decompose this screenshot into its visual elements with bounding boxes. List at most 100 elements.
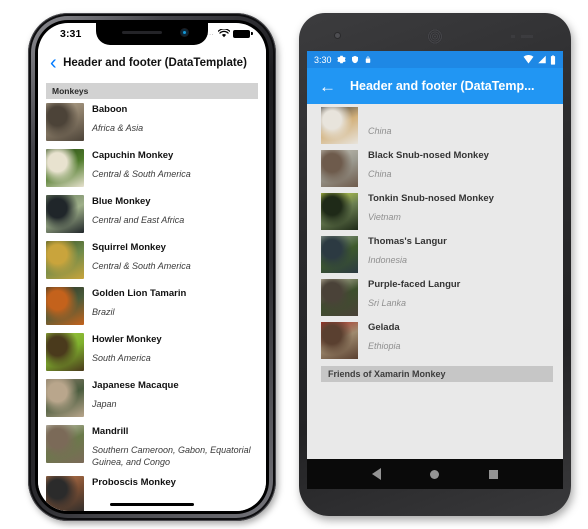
row-location: South America [92,353,151,363]
row-location: Central & South America [92,261,191,271]
earpiece-speaker-icon [122,31,162,34]
table-row[interactable]: Tonkin Snub-nosed Monkey Vietnam [307,190,563,233]
iphone-device: 3:31 .... ‹ Header and footer (DataTempl… [28,13,276,521]
row-location: Central & South America [92,169,191,179]
row-name [368,107,392,119]
row-location: Southern Cameroon, Gabon, Equatorial Gui… [92,445,251,467]
row-name: Squirrel Monkey [92,242,166,253]
android-status-time: 3:30 [314,54,332,65]
row-thumbnail [46,241,84,279]
row-thumbnail [321,150,358,187]
row-location: Central and East Africa [92,215,185,225]
row-thumbnail [46,425,84,463]
ios-nav-bar: ‹ Header and footer (DataTemplate) [38,47,266,80]
chevron-left-icon[interactable]: ‹ [50,53,57,73]
wifi-icon [218,29,230,38]
android-status-bar: 3:30 [307,51,563,68]
table-row[interactable]: Golden Lion Tamarin Brazil [38,283,266,329]
table-row[interactable]: Capuchin Monkey Central & South America [38,145,266,191]
ios-rows-container: Baboon Africa & Asia Capuchin Monkey Centra… [38,99,266,511]
nav-back-icon[interactable] [371,468,381,480]
shield-icon [351,55,358,64]
row-location: China [368,126,392,136]
nav-home-icon[interactable] [430,469,440,479]
row-name: Japanese Macaque [92,380,179,391]
list-section-header: Monkeys [46,83,258,99]
row-text: Thomas's Langur Indonesia [368,236,447,266]
battery-icon [550,54,556,65]
row-location: Vietnam [368,212,401,222]
table-row[interactable]: Squirrel Monkey Central & South America [38,237,266,283]
row-location: Africa & Asia [92,123,144,133]
table-row[interactable]: Thomas's Langur Indonesia [307,233,563,276]
battery-icon [233,29,253,38]
android-top-bezel [307,23,563,51]
row-text: Capuchin Monkey Central & South America [92,149,191,180]
iphone-frame-ring: 3:31 .... ‹ Header and footer (DataTempl… [31,16,273,518]
table-row[interactable]: Japanese Macaque Japan [38,375,266,421]
proximity-sensor-icon [511,35,533,38]
row-text: Japanese Macaque Japan [92,379,179,410]
row-name: Mandrill [92,426,129,437]
row-location: China [368,169,392,179]
nav-recents-icon[interactable] [489,469,499,479]
android-app-bar: ← Header and footer (DataTemp... [307,68,563,104]
row-location: Ethiopia [368,341,401,351]
earpiece-speaker-icon [427,29,443,44]
android-bottom-bezel [307,489,563,516]
table-row[interactable]: Mandrill Southern Cameroon, Gabon, Equato… [38,421,266,472]
row-text: China [368,107,392,137]
row-thumbnail [321,107,358,144]
table-row[interactable]: Blue Monkey Central and East Africa [38,191,266,237]
signal-icon [538,55,546,64]
table-row[interactable]: Gelada Ethiopia [307,319,563,362]
table-row[interactable]: China [307,104,563,147]
row-thumbnail [321,279,358,316]
row-text: Golden Lion Tamarin Brazil [92,287,186,318]
android-list[interactable]: China Black Snub-nosed Monkey China Tonkin … [307,104,563,459]
android-rows-container: China Black Snub-nosed Monkey China Tonkin … [307,104,563,362]
row-thumbnail [46,476,84,511]
row-text: Tonkin Snub-nosed Monkey Vietnam [368,193,494,223]
row-name: Thomas's Langur [368,236,447,247]
row-name: Golden Lion Tamarin [92,288,187,299]
row-thumbnail [46,149,84,187]
row-thumbnail [321,322,358,359]
row-thumbnail [321,236,358,273]
row-location: Brazil [92,307,115,317]
table-row[interactable]: Black Snub-nosed Monkey China [307,147,563,190]
list-footer: Friends of Xamarin Monkey [321,366,553,382]
row-name: Black Snub-nosed Monkey [368,150,489,161]
front-camera-icon [181,29,188,36]
android-nav-buttons [307,459,563,489]
home-indicator [110,502,194,506]
row-thumbnail [46,379,84,417]
row-text: Proboscis Monkey [92,476,176,489]
ios-list[interactable]: Monkeys Baboon Africa & Asia Capuchin Monk… [38,79,266,511]
page-title: Header and footer (DataTemp... [350,79,535,93]
row-text: Gelada Ethiopia [368,322,401,352]
arrow-left-icon[interactable]: ← [319,78,336,95]
table-row[interactable]: Howler Monkey South America [38,329,266,375]
table-row[interactable]: Baboon Africa & Asia [38,99,266,145]
row-text: Blue Monkey Central and East Africa [92,195,184,226]
row-name: Blue Monkey [92,196,151,207]
row-location: Indonesia [368,255,408,265]
row-name: Purple-faced Langur [368,279,461,290]
iphone-notch [96,23,208,45]
android-status-right-icons [523,54,556,65]
iphone-frame-inner: 3:31 .... ‹ Header and footer (DataTempl… [35,20,269,514]
row-thumbnail [46,195,84,233]
ios-status-indicators: .... [204,29,253,38]
row-thumbnail [321,193,358,230]
row-text: Mandrill Southern Cameroon, Gabon, Equato… [92,425,258,468]
table-row[interactable]: Purple-faced Langur Sri Lanka [307,276,563,319]
row-text: Black Snub-nosed Monkey China [368,150,489,180]
row-thumbnail [46,103,84,141]
lock-icon [365,56,370,63]
page-title: Header and footer (DataTemplate) [63,57,247,69]
gear-icon [336,55,346,64]
row-name: Tonkin Snub-nosed Monkey [368,193,494,204]
row-thumbnail [46,287,84,325]
front-camera-icon [335,33,340,38]
